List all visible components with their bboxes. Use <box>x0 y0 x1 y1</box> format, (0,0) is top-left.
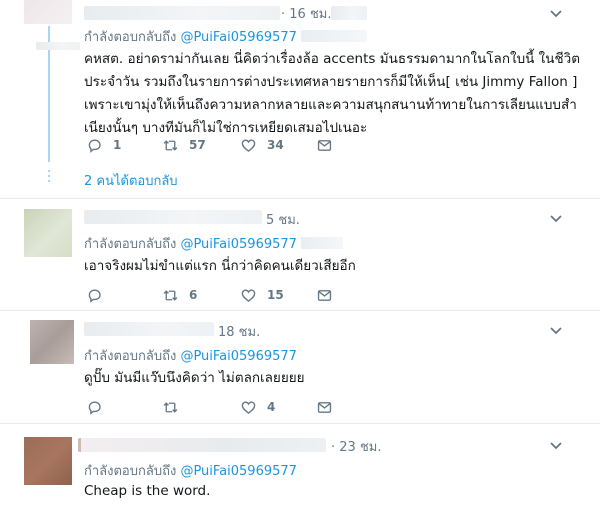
user-name[interactable] <box>84 322 214 336</box>
retweet-icon <box>163 401 178 413</box>
dm-button[interactable] <box>316 286 333 304</box>
dm-icon <box>317 401 332 413</box>
reply-prefix: กำลังตอบกลับถึง <box>84 30 177 45</box>
dm-button[interactable] <box>316 136 333 154</box>
reply-prefix: กำลังตอบกลับถึง <box>84 237 177 252</box>
dm-button[interactable] <box>316 398 333 416</box>
thread-dots <box>48 170 50 185</box>
reply-prefix: กำลังตอบกลับถึง <box>84 464 177 479</box>
retweet-count: 57 <box>189 138 206 152</box>
like-button[interactable]: 4 <box>240 398 275 416</box>
retweet-icon <box>163 289 178 301</box>
retweet-count: 6 <box>189 288 198 302</box>
tweet-time[interactable]: 5 ชม. <box>266 209 300 230</box>
show-more-replies-link[interactable]: 2 คนได้ตอบกลับ <box>84 170 178 191</box>
tweet[interactable]: 5 ชม. กำลังตอบกลับถึง @PuiFai05969577 เอ… <box>0 199 600 311</box>
user-handle[interactable] <box>331 6 367 20</box>
reply-handle-link[interactable]: @PuiFai05969577 <box>180 237 297 252</box>
dm-icon <box>317 289 332 301</box>
reply-context: กำลังตอบกลับถึง @PuiFai05969577 <box>84 345 297 366</box>
user-name-extra <box>36 42 80 50</box>
avatar[interactable] <box>24 437 72 485</box>
tweet[interactable]: 18 ชม. กำลังตอบกลับถึง @PuiFai05969577 ด… <box>0 311 600 424</box>
like-count: 34 <box>267 138 284 152</box>
reply-context: กำลังตอบกลับถึง @PuiFai05969577 <box>84 233 343 254</box>
tweet-text: Cheap is the word. <box>84 483 211 499</box>
tweet[interactable]: · 23 ชม. กำลังตอบกลับถึง @PuiFai05969577… <box>0 424 600 511</box>
dm-icon <box>317 139 332 151</box>
chevron-down-icon[interactable] <box>548 437 564 453</box>
reply-icon <box>88 401 101 415</box>
tweet-text: เอาจริงผมไม่ขำแต่แรก นี่กว่าคิดคนเดียวเส… <box>84 258 356 274</box>
retweet-button[interactable]: 6 <box>162 286 197 304</box>
avatar[interactable] <box>24 0 72 24</box>
reply-handle-extra <box>300 30 367 42</box>
reply-context: กำลังตอบกลับถึง @PuiFai05969577 <box>84 460 297 481</box>
like-icon <box>241 401 256 414</box>
retweet-button[interactable]: 57 <box>162 136 206 154</box>
tweet-time[interactable]: 18 ชม. <box>218 321 260 342</box>
like-count: 4 <box>267 400 276 414</box>
tweet-time[interactable]: · 16 ชม. <box>281 3 331 24</box>
reply-count: 1 <box>113 138 122 152</box>
like-button[interactable]: 34 <box>240 136 284 154</box>
chevron-down-icon[interactable] <box>548 210 564 226</box>
like-button[interactable]: 15 <box>240 286 284 304</box>
reply-handle-link[interactable]: @PuiFai05969577 <box>180 30 297 45</box>
chevron-down-icon[interactable] <box>548 5 564 21</box>
like-icon <box>241 139 256 152</box>
reply-button[interactable] <box>86 398 103 416</box>
tweet-text: ดูปั๊บ มันมีแว๊บนึงคิดว่า ไม่ตลกเลยยยย <box>84 370 305 386</box>
retweet-button[interactable] <box>162 398 179 416</box>
tweet-time[interactable]: · 23 ชม. <box>331 436 381 457</box>
reply-handle-link[interactable]: @PuiFai05969577 <box>180 349 297 364</box>
tweet-text: คหสต. อย่าดราม่ากันเลย นี่คิดว่าเรื่องล้… <box>84 51 581 136</box>
like-count: 15 <box>267 288 284 302</box>
user-name[interactable] <box>78 438 326 452</box>
reply-icon <box>88 139 101 153</box>
avatar[interactable] <box>24 209 72 257</box>
reply-context: กำลังตอบกลับถึง @PuiFai05969577 <box>84 26 367 47</box>
avatar[interactable] <box>30 320 74 364</box>
reply-handle-extra <box>300 237 343 249</box>
chevron-down-icon[interactable] <box>548 322 564 338</box>
reply-prefix: กำลังตอบกลับถึง <box>84 349 177 364</box>
reply-handle-link[interactable]: @PuiFai05969577 <box>180 464 297 479</box>
reply-button[interactable] <box>86 286 113 304</box>
reply-icon <box>88 289 101 303</box>
user-name[interactable] <box>84 210 262 224</box>
retweet-icon <box>163 139 178 151</box>
reply-button[interactable]: 1 <box>86 136 121 154</box>
like-icon <box>241 289 256 302</box>
tweet[interactable]: · 16 ชม. กำลังตอบกลับถึง @PuiFai05969577… <box>0 0 600 199</box>
user-name[interactable] <box>84 6 280 20</box>
